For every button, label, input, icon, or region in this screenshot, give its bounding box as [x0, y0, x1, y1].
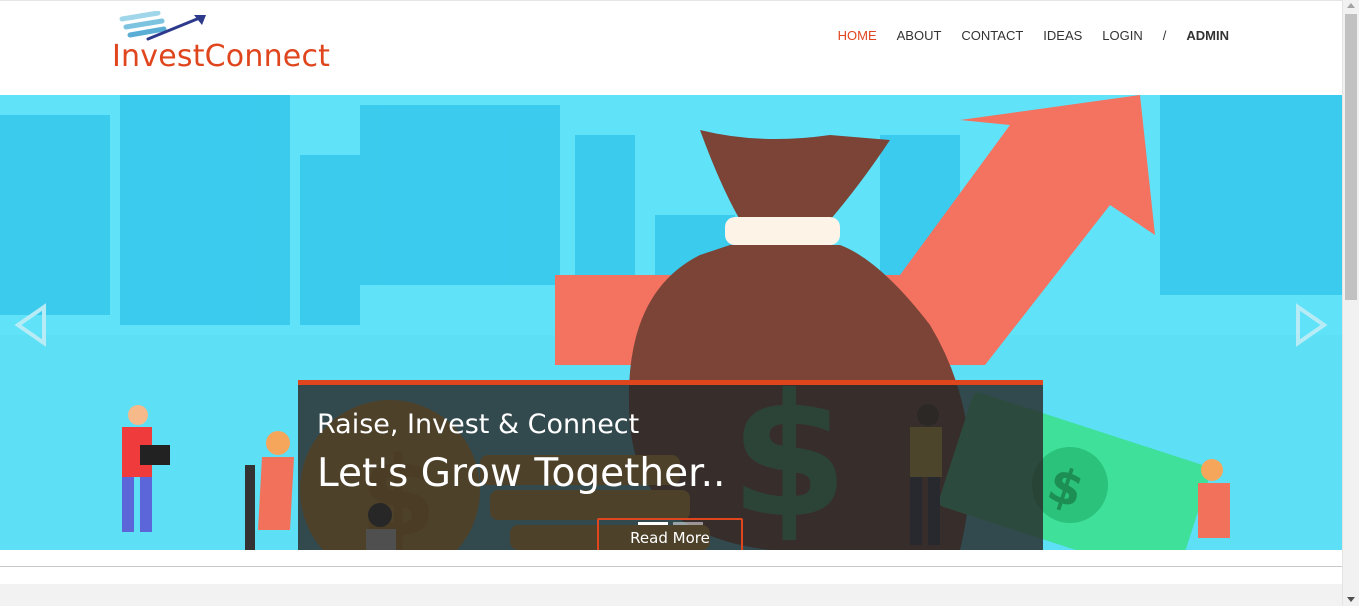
scroll-down-icon[interactable]: [1347, 597, 1355, 602]
next-section: [0, 584, 1342, 606]
carousel-next-button[interactable]: [1294, 303, 1328, 347]
page: InvestConnect HOME ABOUT CONTACT IDEAS L…: [0, 0, 1342, 606]
nav-separator: /: [1162, 28, 1167, 43]
scroll-up-icon[interactable]: [1347, 3, 1355, 8]
scrollbar-thumb[interactable]: [1345, 14, 1357, 300]
carousel-prev-button[interactable]: [14, 303, 48, 347]
slide-subtitle: Raise, Invest & Connect: [317, 409, 640, 440]
page-scrollbar[interactable]: [1342, 0, 1359, 606]
chevron-left-icon: [14, 303, 46, 347]
site-logo[interactable]: InvestConnect: [112, 11, 342, 81]
nav-home[interactable]: HOME: [838, 28, 877, 43]
main-nav: HOME ABOUT CONTACT IDEAS LOGIN / ADMIN: [838, 28, 1229, 43]
logo-text: InvestConnect: [112, 39, 331, 74]
carousel-indicator[interactable]: [673, 522, 703, 525]
section-divider: [0, 566, 1342, 567]
carousel-indicator[interactable]: [638, 522, 668, 525]
slide-title: Let's Grow Together..: [317, 451, 726, 496]
hero-carousel: $ $ $: [0, 95, 1342, 550]
nav-ideas[interactable]: IDEAS: [1043, 28, 1082, 43]
nav-login[interactable]: LOGIN: [1102, 28, 1142, 43]
nav-contact[interactable]: CONTACT: [961, 28, 1023, 43]
nav-admin[interactable]: ADMIN: [1186, 28, 1229, 43]
carousel-indicators: [638, 522, 703, 525]
chevron-right-icon: [1296, 303, 1328, 347]
nav-about[interactable]: ABOUT: [897, 28, 942, 43]
site-header: InvestConnect HOME ABOUT CONTACT IDEAS L…: [0, 0, 1342, 95]
